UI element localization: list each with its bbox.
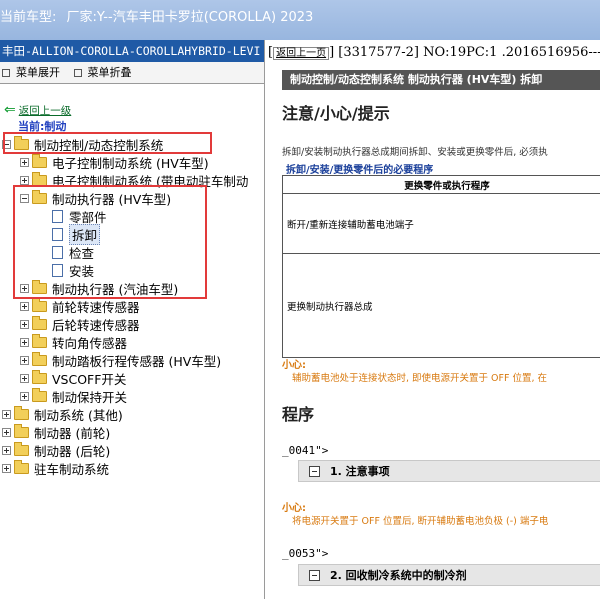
expand-toggle-icon[interactable] bbox=[20, 301, 29, 311]
tree-node[interactable]: 制动器 (前轮) bbox=[2, 423, 110, 441]
caution-text: 将电源开关置于 OFF 位置后, 断开辅助蓄电池负极 (-) 端子电 bbox=[292, 516, 549, 527]
folder-icon bbox=[32, 297, 47, 312]
doc-id: [3317577-2] NO:19PC:1 .2016516956--- bbox=[338, 45, 600, 60]
back-arrow-icon: ⇐ bbox=[4, 102, 16, 118]
caution-text: 辅助蓄电池处于连接状态时, 即使电源开关置于 OFF 位置, 在 bbox=[292, 373, 548, 384]
folder-icon bbox=[32, 153, 47, 168]
expand-toggle-icon[interactable] bbox=[2, 409, 11, 419]
menu-controls: 菜单展开 菜单折叠 bbox=[0, 62, 264, 84]
step-title: 2. 回收制冷系统中的制冷剂 bbox=[330, 569, 467, 582]
tree-node-label: 前轮转速传感器 bbox=[52, 299, 140, 315]
anchor-code: _0041"> bbox=[282, 444, 329, 457]
doc-header: [返回上一页] [3317577-2] NO:19PC:1 .201651695… bbox=[268, 45, 600, 60]
tree-node[interactable]: 转向角传感器 bbox=[20, 333, 127, 351]
expand-toggle-icon[interactable] bbox=[2, 427, 11, 437]
tree-node-label: 制动保持开关 bbox=[52, 389, 128, 405]
folder-icon bbox=[14, 405, 29, 420]
notice-text: 拆卸/安装制动执行器总成期间拆卸、安装或更换零件后, 必须执 bbox=[282, 147, 548, 158]
expand-toggle-icon[interactable] bbox=[20, 373, 29, 383]
tree-node[interactable]: 制动踏板行程传感器 (HV车型) bbox=[20, 351, 221, 369]
folder-icon bbox=[32, 171, 47, 186]
caution-label: 小心: bbox=[282, 360, 306, 371]
expand-toggle-icon[interactable] bbox=[20, 337, 29, 347]
collapse-all-label: 菜单折叠 bbox=[87, 66, 132, 79]
expand-toggle-icon[interactable] bbox=[2, 463, 11, 473]
collapse-step-icon[interactable] bbox=[309, 569, 320, 581]
folder-icon bbox=[14, 441, 29, 456]
step-title: 1. 注意事项 bbox=[330, 465, 390, 478]
back-link[interactable]: ⇐ 返回上一级 bbox=[4, 102, 71, 118]
panel-title: 丰田-ALLION-COROLLA-COROLLAHYBRID-LEVI bbox=[0, 40, 264, 62]
step-header-1[interactable]: 1. 注意事项 bbox=[298, 460, 600, 482]
folder-icon bbox=[32, 315, 47, 330]
tree-node-label: 制动器 (后轮) bbox=[34, 443, 111, 459]
expand-icon bbox=[2, 69, 10, 77]
expand-toggle-icon[interactable] bbox=[20, 175, 29, 185]
highlight-box-actuator bbox=[13, 185, 207, 299]
expand-toggle-icon[interactable] bbox=[20, 319, 29, 329]
folder-icon bbox=[32, 351, 47, 366]
notice-heading: 注意/小心/提示 bbox=[282, 104, 390, 123]
vehicle-value: 厂家:Y--汽车丰田卡罗拉(COROLLA) 2023 bbox=[66, 10, 314, 25]
tree-node-label: 驻车制动系统 bbox=[34, 461, 110, 477]
back-link-label: 返回上一级 bbox=[18, 104, 72, 117]
tree-node[interactable]: 前轮转速传感器 bbox=[20, 297, 140, 315]
expand-toggle-icon[interactable] bbox=[20, 391, 29, 401]
expand-all-button[interactable]: 菜单展开 bbox=[2, 62, 60, 84]
navigation-panel: 丰田-ALLION-COROLLA-COROLLAHYBRID-LEVI 菜单展… bbox=[0, 40, 265, 599]
tree-node[interactable]: 电子控制制动系统 (HV车型) bbox=[20, 153, 209, 171]
expand-all-label: 菜单展开 bbox=[16, 66, 60, 79]
collapse-all-button[interactable]: 菜单折叠 bbox=[73, 62, 132, 84]
collapse-icon bbox=[73, 69, 82, 77]
table-header: 更换零件或执行程序 bbox=[282, 175, 600, 194]
requirements-table: 更换零件或执行程序 断开/重新连接辅助蓄电池端子 更换制动执行器总成 bbox=[282, 175, 600, 358]
tree-node-label: 转向角传感器 bbox=[52, 335, 128, 351]
procedure-heading: 程序 bbox=[282, 405, 315, 424]
tree-node[interactable]: VSCOFF开关 bbox=[20, 369, 126, 387]
folder-icon bbox=[32, 387, 47, 402]
caution-label: 小心: bbox=[282, 503, 306, 514]
tree-node-label: VSCOFF开关 bbox=[52, 371, 127, 387]
collapse-step-icon[interactable] bbox=[309, 465, 320, 477]
tree-node[interactable]: 制动系统 (其他) bbox=[2, 405, 123, 423]
tree-node[interactable]: 后轮转速传感器 bbox=[20, 315, 140, 333]
tree-node-label: 制动踏板行程传感器 (HV车型) bbox=[52, 353, 222, 369]
folder-icon bbox=[32, 333, 47, 348]
tree-node-label: 制动系统 (其他) bbox=[34, 407, 123, 423]
table-cell: 更换制动执行器总成 bbox=[282, 253, 600, 358]
vehicle-header: 当前车型: 厂家:Y--汽车丰田卡罗拉(COROLLA) 2023 bbox=[0, 0, 600, 40]
procedure-subtitle: 拆卸/安装/更换零件后的必要程序 bbox=[286, 165, 434, 176]
tree-node[interactable]: 制动器 (后轮) bbox=[2, 441, 110, 459]
highlight-box-category bbox=[3, 132, 212, 154]
expand-toggle-icon[interactable] bbox=[2, 445, 11, 455]
table-cell: 断开/重新连接辅助蓄电池端子 bbox=[282, 193, 600, 254]
anchor-code: _0053"> bbox=[282, 547, 329, 560]
section-bar: 制动控制/动态控制系统 制动执行器 (HV车型) 拆卸 bbox=[282, 70, 600, 90]
tree-node-label: 制动器 (前轮) bbox=[34, 425, 111, 441]
expand-toggle-icon[interactable] bbox=[20, 157, 29, 167]
folder-icon bbox=[14, 459, 29, 474]
back-page-button[interactable]: 返回上一页 bbox=[273, 47, 330, 60]
tree-node[interactable]: 驻车制动系统 bbox=[2, 459, 109, 477]
tree-node-label: 电子控制制动系统 (HV车型) bbox=[52, 155, 209, 171]
folder-icon bbox=[14, 423, 29, 438]
tree-node[interactable]: 制动保持开关 bbox=[20, 387, 127, 405]
step-header-2[interactable]: 2. 回收制冷系统中的制冷剂 bbox=[298, 564, 600, 586]
vehicle-label: 当前车型: bbox=[0, 10, 57, 25]
folder-icon bbox=[32, 369, 47, 384]
content-panel: [返回上一页] [3317577-2] NO:19PC:1 .201651695… bbox=[266, 40, 600, 599]
expand-toggle-icon[interactable] bbox=[20, 355, 29, 365]
tree-node-label: 后轮转速传感器 bbox=[52, 317, 140, 333]
